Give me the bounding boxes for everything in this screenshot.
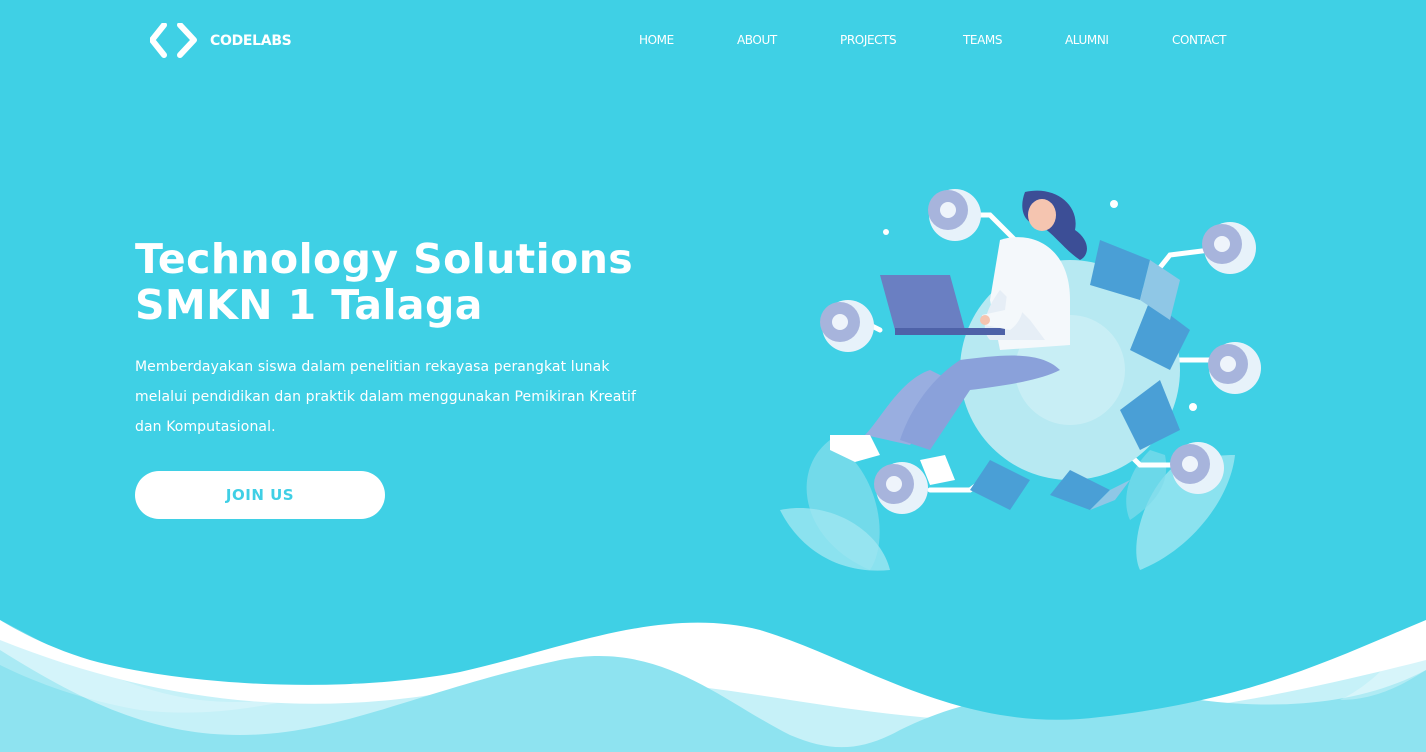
nav-teams[interactable]: TEAMS xyxy=(963,33,1002,47)
brand-logo[interactable]: CODELABS xyxy=(150,23,292,59)
code-brackets-icon xyxy=(150,23,197,58)
nav-projects[interactable]: PROJECTS xyxy=(840,33,897,47)
nav-home[interactable]: HOME xyxy=(639,33,674,47)
nav-about[interactable]: ABOUT xyxy=(737,33,777,47)
hero-title-line1: Technology Solutions xyxy=(135,235,634,283)
hero-title-line2: SMKN 1 Talaga xyxy=(135,281,483,329)
hero-title: Technology Solutions SMKN 1 Talaga xyxy=(135,236,633,328)
nav-alumni[interactable]: ALUMNI xyxy=(1065,33,1109,47)
brand-name: CODELABS xyxy=(210,33,292,49)
hero-description: Memberdayakan siswa dalam penelitian rek… xyxy=(135,359,637,435)
join-us-button[interactable]: JOIN US xyxy=(135,471,385,519)
nav-contact[interactable]: CONTACT xyxy=(1172,33,1227,47)
navbar: CODELABS HOME ABOUT PROJECTS TEAMS ALUMN… xyxy=(0,0,1426,80)
person-with-laptop-on-gear-icon xyxy=(780,189,1261,571)
